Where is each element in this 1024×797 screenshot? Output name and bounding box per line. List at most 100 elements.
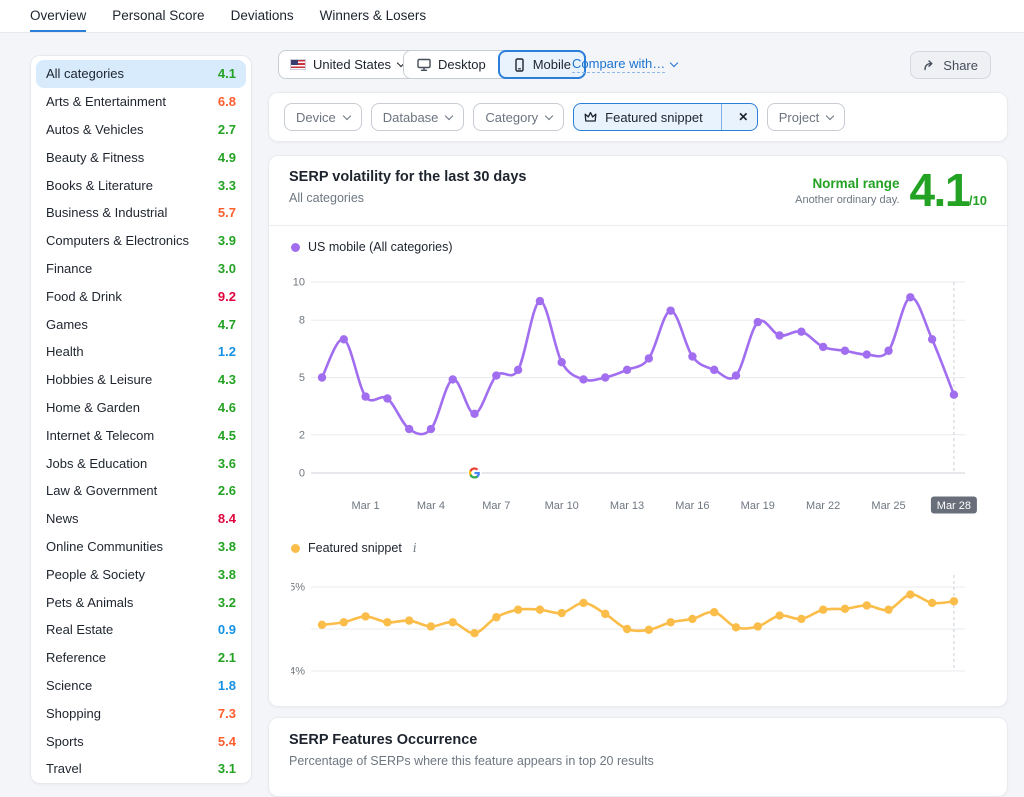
nav-tab-personal-score[interactable]: Personal Score	[112, 0, 204, 32]
data-point[interactable]	[557, 358, 565, 366]
category-row[interactable]: Online Communities 3.8	[36, 533, 246, 561]
share-button[interactable]: Share	[910, 51, 991, 79]
data-point[interactable]	[557, 609, 565, 617]
volatility-chart[interactable]: 025810Mar 1Mar 4Mar 7Mar 10Mar 13Mar 16M…	[291, 269, 1001, 521]
data-point[interactable]	[514, 366, 522, 374]
category-row[interactable]: Autos & Vehicles 2.7	[36, 116, 246, 144]
data-point[interactable]	[688, 615, 696, 623]
data-point[interactable]	[732, 371, 740, 379]
data-point[interactable]	[340, 335, 348, 343]
category-row[interactable]: Health 1.2	[36, 338, 246, 366]
data-point[interactable]	[427, 425, 435, 433]
category-row[interactable]: Real Estate 0.9	[36, 616, 246, 644]
category-row[interactable]: Hobbies & Leisure 4.3	[36, 366, 246, 394]
device-desktop-button[interactable]: Desktop	[404, 51, 499, 78]
data-point[interactable]	[536, 297, 544, 305]
filter-chip[interactable]: Project	[767, 103, 845, 131]
data-point[interactable]	[405, 616, 413, 624]
data-point[interactable]	[797, 327, 805, 335]
category-row[interactable]: All categories 4.1	[36, 60, 246, 88]
data-point[interactable]	[666, 306, 674, 314]
data-point[interactable]	[470, 410, 478, 418]
close-icon[interactable]: ✕	[730, 104, 757, 130]
category-row[interactable]: Arts & Entertainment 6.8	[36, 88, 246, 116]
data-point[interactable]	[710, 608, 718, 616]
data-point[interactable]	[470, 629, 478, 637]
data-point[interactable]	[775, 331, 783, 339]
category-row[interactable]: Games 4.7	[36, 310, 246, 338]
data-point[interactable]	[732, 623, 740, 631]
data-point[interactable]	[492, 371, 500, 379]
category-row[interactable]: Internet & Telecom 4.5	[36, 421, 246, 449]
category-row[interactable]: Law & Government 2.6	[36, 477, 246, 505]
data-point[interactable]	[928, 335, 936, 343]
data-point[interactable]	[514, 605, 522, 613]
category-row[interactable]: Food & Drink 9.2	[36, 282, 246, 310]
data-point[interactable]	[449, 618, 457, 626]
data-point[interactable]	[318, 621, 326, 629]
category-row[interactable]: People & Society 3.8	[36, 560, 246, 588]
data-point[interactable]	[841, 347, 849, 355]
nav-tab-winners-losers[interactable]: Winners & Losers	[320, 0, 427, 32]
category-row[interactable]: Computers & Electronics 3.9	[36, 227, 246, 255]
data-point[interactable]	[536, 605, 544, 613]
data-point[interactable]	[405, 425, 413, 433]
category-row[interactable]: Beauty & Fitness 4.9	[36, 143, 246, 171]
data-point[interactable]	[340, 618, 348, 626]
data-point[interactable]	[950, 390, 958, 398]
data-point[interactable]	[383, 618, 391, 626]
category-row[interactable]: Business & Industrial 5.7	[36, 199, 246, 227]
category-row[interactable]: Travel 3.1	[36, 755, 246, 783]
data-point[interactable]	[819, 343, 827, 351]
data-point[interactable]	[579, 599, 587, 607]
filter-chip[interactable]: Category	[473, 103, 564, 131]
data-point[interactable]	[775, 611, 783, 619]
data-point[interactable]	[819, 605, 827, 613]
data-point[interactable]	[841, 605, 849, 613]
category-row[interactable]: News 8.4	[36, 505, 246, 533]
filter-chip[interactable]: Device	[284, 103, 362, 131]
data-point[interactable]	[318, 373, 326, 381]
category-row[interactable]: Shopping 7.3	[36, 699, 246, 727]
category-row[interactable]: Books & Literature 3.3	[36, 171, 246, 199]
data-point[interactable]	[754, 318, 762, 326]
nav-tab-deviations[interactable]: Deviations	[231, 0, 294, 32]
data-point[interactable]	[950, 597, 958, 605]
category-row[interactable]: Science 1.8	[36, 672, 246, 700]
data-point[interactable]	[906, 590, 914, 598]
data-point[interactable]	[688, 352, 696, 360]
data-point[interactable]	[928, 599, 936, 607]
data-point[interactable]	[623, 366, 631, 374]
data-point[interactable]	[601, 373, 609, 381]
filter-chip[interactable]: Database	[371, 103, 465, 131]
data-point[interactable]	[449, 375, 457, 383]
data-point[interactable]	[579, 375, 587, 383]
category-row[interactable]: Finance 3.0	[36, 255, 246, 283]
filter-chip-active[interactable]: Featured snippet ✕	[573, 103, 758, 131]
category-row[interactable]: Reference 2.1	[36, 644, 246, 672]
nav-tab-overview[interactable]: Overview	[30, 0, 86, 32]
data-point[interactable]	[666, 618, 674, 626]
data-point[interactable]	[427, 622, 435, 630]
data-point[interactable]	[863, 350, 871, 358]
data-point[interactable]	[754, 622, 762, 630]
data-point[interactable]	[863, 601, 871, 609]
feature-chart[interactable]: 4%5%	[291, 559, 1001, 699]
category-row[interactable]: Sports 5.4	[36, 727, 246, 755]
data-point[interactable]	[361, 612, 369, 620]
data-point[interactable]	[645, 626, 653, 634]
data-point[interactable]	[623, 625, 631, 633]
compare-with-link[interactable]: Compare with…	[572, 56, 677, 73]
data-point[interactable]	[383, 394, 391, 402]
data-point[interactable]	[710, 366, 718, 374]
data-point[interactable]	[884, 605, 892, 613]
country-select[interactable]: United States	[278, 50, 416, 79]
category-row[interactable]: Home & Garden 4.6	[36, 394, 246, 422]
data-point[interactable]	[645, 354, 653, 362]
data-point[interactable]	[906, 293, 914, 301]
data-point[interactable]	[601, 610, 609, 618]
category-row[interactable]: Jobs & Education 3.6	[36, 449, 246, 477]
data-point[interactable]	[884, 347, 892, 355]
category-row[interactable]: Pets & Animals 3.2	[36, 588, 246, 616]
info-icon[interactable]: i	[413, 541, 417, 555]
